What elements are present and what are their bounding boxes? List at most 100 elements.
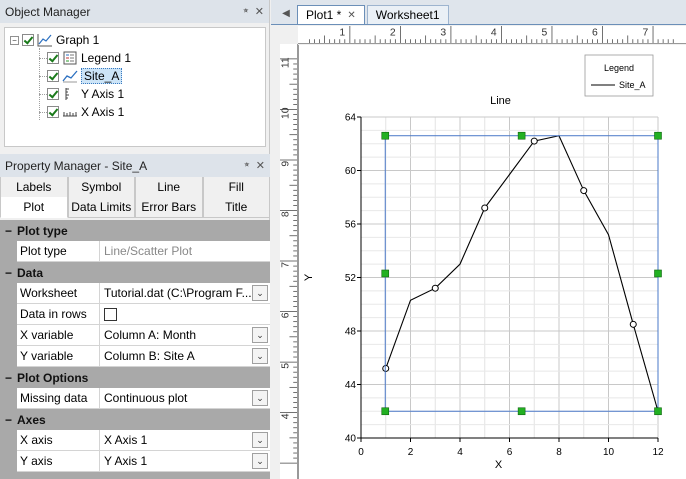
pin-icon[interactable]: ⭒ [244,159,250,172]
x-tick-label: 4 [457,447,463,458]
tab-fill[interactable]: Fill [202,177,270,198]
category-axes[interactable]: − Axes [0,409,270,430]
x-axis-select[interactable]: X Axis 1 ⌄ [100,430,270,450]
property-row: Worksheet Tutorial.dat (C:\Program F... ⌄ [0,283,270,304]
y-axis-value: Y Axis 1 [104,454,148,468]
horizontal-ruler[interactable]: 1 2 3 4 5 6 7 [298,26,686,44]
x-tick-label: 6 [507,447,513,458]
tab-plot[interactable]: Plot [0,197,68,218]
property-row: Plot type Line/Scatter Plot [0,241,270,262]
chevron-down-icon[interactable]: ⌄ [252,327,268,343]
data-point [431,284,439,292]
x-variable-select[interactable]: Column A: Month ⌄ [100,325,270,345]
visibility-checkbox[interactable] [47,70,59,82]
pin-icon[interactable]: ⭒ [243,5,249,18]
chevron-down-icon[interactable]: ⌄ [252,285,268,301]
y-axis-select[interactable]: Y Axis 1 ⌄ [100,451,270,471]
chevron-down-icon[interactable]: ⌄ [252,348,268,364]
tree-item-graph[interactable]: − Graph 1 [10,31,99,49]
chevron-down-icon[interactable]: ⌄ [252,390,268,406]
tree-item-legend[interactable]: Legend 1 [47,49,131,67]
chevron-down-icon[interactable]: ⌄ [252,432,268,448]
tab-label: Plot1 * [306,8,342,22]
visibility-checkbox[interactable] [22,34,34,46]
tree-item-label: Legend 1 [81,51,132,65]
tree-item-label: Site_A [81,68,123,84]
visibility-checkbox[interactable] [47,88,59,100]
tab-data-limits[interactable]: Data Limits [67,197,135,218]
worksheet-value: Tutorial.dat (C:\Program F... [104,286,252,300]
y-tick-label: 60 [345,166,357,177]
collapse-icon[interactable]: − [10,35,19,45]
data-in-rows-checkbox[interactable] [104,307,117,321]
document-area: ◀ Plot1 * ✕ Worksheet1 1234567 11 10 9 8 7 6 5… [271,0,686,479]
legend-entry: Site_A [619,80,646,90]
missing-data-select[interactable]: Continuous plot ⌄ [100,388,270,408]
tree-line [39,76,47,77]
category-label: Axes [17,412,46,427]
tab-title[interactable]: Title [202,197,270,218]
ruler-label: 2 [390,27,396,38]
collapse-icon[interactable]: − [0,413,17,427]
legend-icon [63,51,77,65]
tab-symbol[interactable]: Symbol [67,177,135,198]
tree-line [39,112,47,113]
tab-labels[interactable]: Labels [0,177,68,198]
tree-item-label: Y Axis 1 [81,87,125,101]
y-variable-select[interactable]: Column B: Site A ⌄ [100,346,270,366]
grid [360,116,659,439]
ruler-label: 10 [281,107,292,119]
property-row: X axis X Axis 1 ⌄ [0,430,270,451]
x-tick-label: 2 [408,447,414,458]
selection-handle [654,407,662,416]
data-point [530,137,538,145]
selection-handle [517,407,526,416]
tab-plot1[interactable]: Plot1 * ✕ [297,5,365,24]
category-data[interactable]: − Data [0,262,270,283]
category-partial: − [0,472,270,479]
tree-item-label: Graph 1 [56,33,100,47]
line-chart[interactable]: 0 2 4 6 8 10 12 40 44 48 52 56 60 64 X Y Line Legend Site_… [298,45,686,479]
missing-data-value: Continuous plot [104,391,188,405]
plot-canvas[interactable]: 0 2 4 6 8 10 12 40 44 48 52 56 60 64 X Y Line Legend Site_… [298,45,686,479]
tab-worksheet1[interactable]: Worksheet1 [366,5,449,24]
close-icon[interactable]: ✕ [347,10,355,21]
tree-item-site-a[interactable]: Site_A [47,67,123,85]
collapse-icon[interactable]: − [0,266,17,280]
selection-rect [384,135,659,412]
tab-line[interactable]: Line [135,177,203,198]
graph-icon [37,34,52,47]
ruler-label: 7 [643,27,649,38]
tab-row-1: Labels Symbol Line Fill [0,177,270,198]
property-key: Plot type [0,241,100,262]
property-grid: − Plot type Plot type Line/Scatter Plot −… [0,220,270,479]
worksheet-select[interactable]: Tutorial.dat (C:\Program F... ⌄ [100,283,270,303]
close-icon[interactable]: ✕ [256,159,265,172]
property-key: Y variable [0,346,100,367]
collapse-icon[interactable]: − [0,371,17,385]
series-line [385,135,659,412]
tree-item-x-axis[interactable]: X Axis 1 [47,103,124,121]
y-tick-label: 40 [345,434,357,445]
selection-handle [381,269,390,278]
ruler-label: 6 [281,312,292,318]
category-plot-options[interactable]: − Plot Options [0,367,270,388]
tab-scroll-left-icon[interactable]: ◀ [277,2,295,24]
property-key: Worksheet [0,283,100,304]
chevron-down-icon[interactable]: ⌄ [252,453,268,469]
collapse-icon[interactable]: − [0,224,17,238]
ruler-label: 4 [491,27,497,38]
ruler-label: 5 [541,27,547,38]
tab-error-bars[interactable]: Error Bars [135,197,203,218]
close-icon[interactable]: ✕ [255,5,264,18]
visibility-checkbox[interactable] [47,52,59,64]
category-plot-type[interactable]: − Plot type [0,220,270,241]
ruler-label: 8 [281,211,292,217]
ruler-label: 5 [281,363,292,369]
vertical-ruler[interactable]: 11 10 9 8 7 6 5 4 [280,44,298,479]
visibility-checkbox[interactable] [47,106,59,118]
tree-line [39,58,47,59]
ruler-corner [280,26,298,44]
plot-type-value: Line/Scatter Plot [104,244,193,258]
tree-item-y-axis[interactable]: Y Axis 1 [47,85,124,103]
